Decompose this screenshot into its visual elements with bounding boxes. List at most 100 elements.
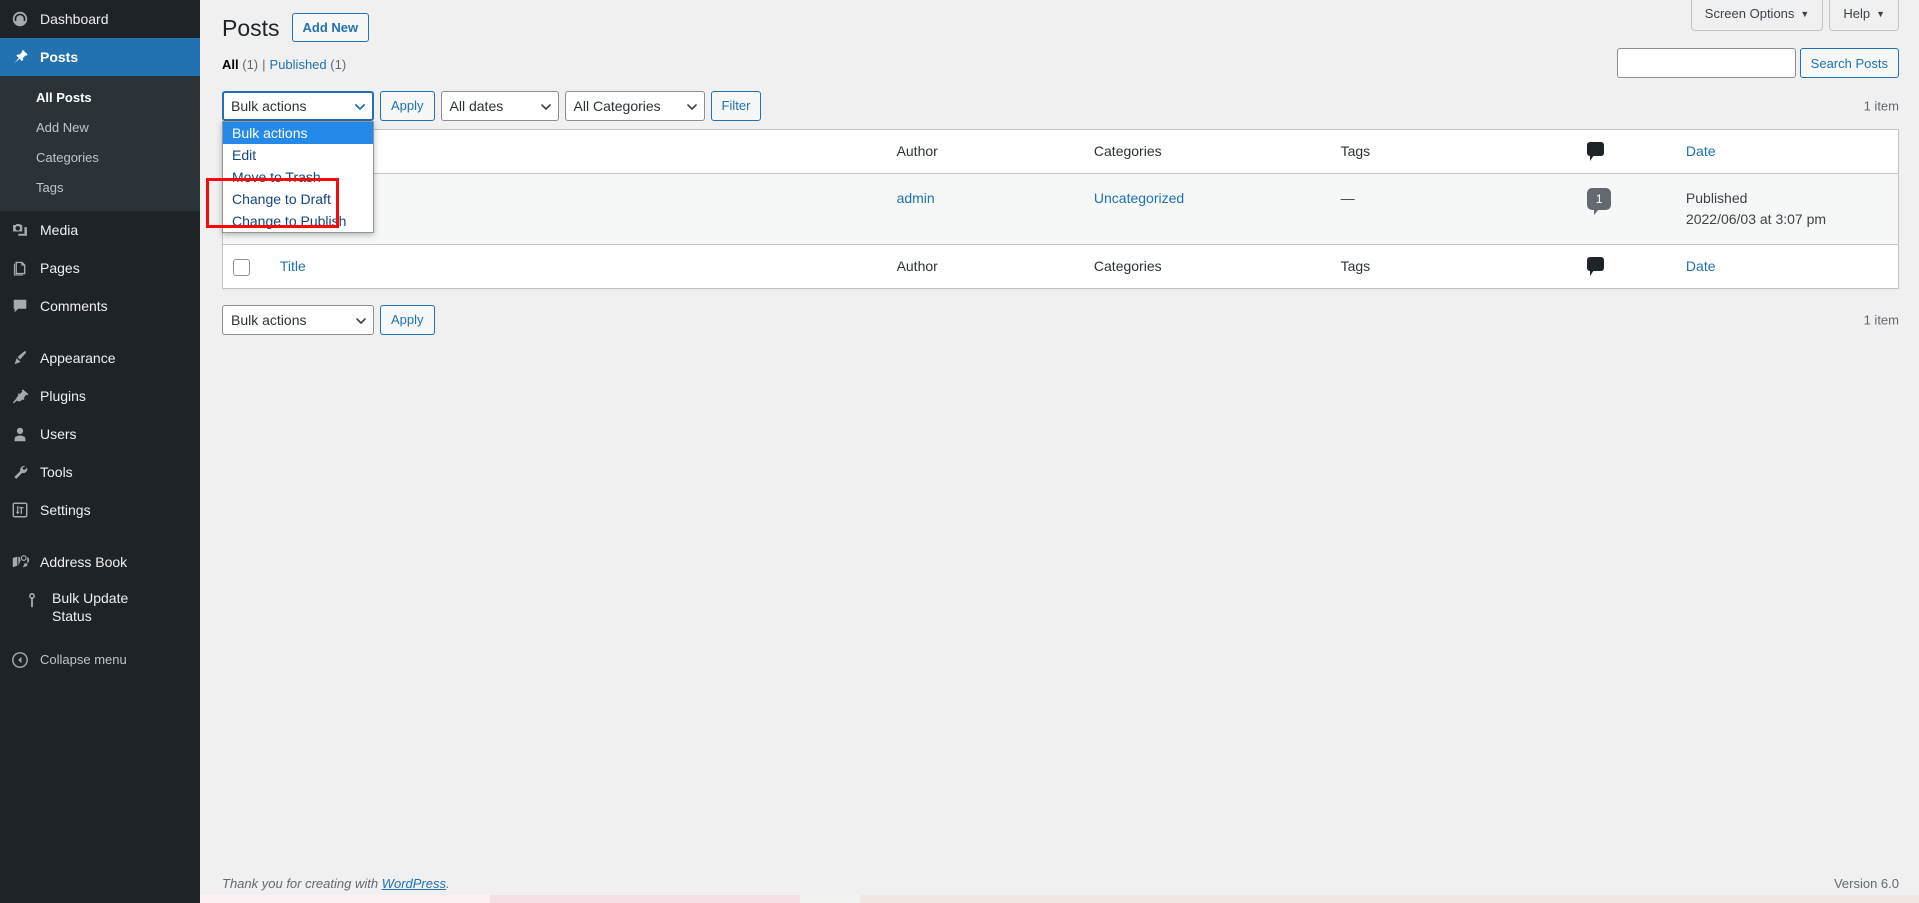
comment-bubble-icon [1587,142,1605,162]
date-filter-select[interactable]: All dates [440,91,559,121]
bulk-option-move-to-trash[interactable]: Move to Trash [223,166,373,188]
help-button[interactable]: Help ▼ [1829,0,1899,31]
column-footer-comments [1577,243,1676,288]
bulk-actions-selected-value-bottom: Bulk actions [231,311,307,328]
tablenav-top: Bulk actions Bulk actions Edit Move to T… [222,87,1899,233]
dashboard-icon [10,9,30,29]
sidebar-item-label: Tools [40,464,73,480]
column-footer-date-label[interactable]: Date [1686,258,1716,274]
sidebar-item-posts[interactable]: Posts [0,38,208,76]
views-divider: | [262,57,266,72]
wordpress-link[interactable]: WordPress [382,876,446,891]
view-all: All (1) [222,52,258,78]
page-title: Posts [222,15,280,42]
sidebar-item-appearance[interactable]: Appearance [0,339,200,377]
sidebar-item-comments[interactable]: Comments [0,287,200,325]
bulk-option-bulk-actions[interactable]: Bulk actions [223,122,373,144]
sidebar-item-all-posts[interactable]: All Posts [0,83,200,113]
footer-version: Version 6.0 [1833,876,1899,891]
apply-bulk-action-button-bottom[interactable]: Apply [380,304,435,335]
wrench-icon [10,462,30,482]
displaying-num-top: 1 item [1863,98,1899,114]
sidebar-item-address-book[interactable]: Address Book [0,543,200,581]
book-map-icon [10,552,30,572]
posts-page-wrap: Posts Add New All (1) | Published (1) Se… [200,0,1919,339]
chevron-down-icon: ▼ [1800,9,1810,19]
user-icon [10,424,30,444]
view-published: Published (1) [270,52,347,78]
bulk-option-change-to-publish[interactable]: Change to Publish [223,210,373,232]
search-input[interactable] [1616,48,1796,78]
table-body: admin Uncategorized — 1 Published 2022/0… [223,173,1898,244]
footer-thanks: Thank you for creating with WordPress. [222,876,450,891]
select-all-checkbox-bottom[interactable] [233,258,250,276]
bulk-actions-dropdown-list[interactable]: Bulk actions Edit Move to Trash Change t… [222,121,374,233]
strip-seg-5 [860,895,1919,903]
displaying-num-bottom: 1 item [1863,312,1899,328]
column-footer-title: Title [269,243,887,288]
sidebar-item-label: Bulk Update Status [52,590,129,624]
category-filter-select[interactable]: All Categories [564,91,705,121]
sidebar-item-label: Comments [40,298,108,314]
bulk-actions-select-top[interactable]: Bulk actions [222,91,374,121]
sidebar-item-label: Settings [40,502,91,518]
column-header-tags: Tags [1330,130,1578,174]
add-new-post-button[interactable]: Add New [291,12,370,43]
sidebar-item-categories[interactable]: Categories [0,143,200,173]
sidebar-item-add-new[interactable]: Add New [0,113,200,143]
sidebar-item-plugins[interactable]: Plugins [0,377,200,415]
sidebar-item-label: Address Book [40,554,128,570]
view-published-link[interactable]: Published [270,57,327,72]
column-header-date-label[interactable]: Date [1686,143,1716,159]
column-footer-author: Author [886,243,1084,288]
post-tags-value: — [1340,189,1355,206]
bulk-option-change-to-draft[interactable]: Change to Draft [223,188,373,210]
apply-bulk-action-button-top[interactable]: Apply [380,91,435,121]
sidebar-item-bulk-update-status[interactable]: Bulk Update Status [0,581,200,633]
sidebar-item-dashboard[interactable]: Dashboard [0,0,200,38]
sidebar-item-label: Media [40,222,79,238]
cell-date: Published 2022/06/03 at 3:07 pm [1676,174,1898,244]
posts-submenu: All Posts Add New Categories Tags [0,76,200,211]
column-footer-title-label[interactable]: Title [280,258,306,274]
sidebar-item-label: Appearance [40,350,116,366]
table-foot: Title Author Categories Tags Date [223,243,1898,288]
settings-sliders-icon [10,500,30,520]
comment-count-badge[interactable]: 1 [1587,187,1612,215]
select-all-footer [223,243,270,288]
screen-options-button[interactable]: Screen Options ▼ [1690,0,1824,31]
sidebar-item-settings[interactable]: Settings [0,491,200,529]
column-header-date: Date [1675,130,1898,174]
bulk-actions-group-top: Bulk actions Bulk actions Edit Move to T… [222,91,762,233]
sidebar-item-tags[interactable]: Tags [0,173,200,203]
sidebar-item-pages[interactable]: Pages [0,249,200,287]
wordpress-admin-screen: Dashboard Posts All Posts Add New Catego… [0,0,1919,903]
bulk-actions-select-bottom[interactable]: Bulk actions [222,304,374,335]
admin-main-content: Screen Options ▼ Help ▼ Posts Add New All … [200,0,1919,903]
strip-seg-4 [800,895,860,903]
view-published-count: (1) [330,57,347,72]
collapse-menu-button[interactable]: Collapse menu [0,641,200,679]
post-author-link[interactable]: admin [897,190,935,206]
table-row: admin Uncategorized — 1 Published 2022/0… [223,173,1898,244]
table-footer-row: Title Author Categories Tags Date [223,243,1898,288]
screen-meta-links: Screen Options ▼ Help ▼ [1685,0,1899,31]
sidebar-item-tools[interactable]: Tools [0,453,200,491]
post-date-value: 2022/06/03 at 3:07 pm [1685,210,1827,227]
sidebar-item-users[interactable]: Users [0,415,200,453]
view-all-count: (1) [242,57,259,72]
cell-tags: — [1331,174,1578,244]
view-all-link[interactable]: All [222,57,239,72]
post-status-label: Published [1685,189,1748,206]
post-category-link[interactable]: Uncategorized [1094,190,1184,206]
column-footer-categories: Categories [1083,243,1331,288]
bulk-option-edit[interactable]: Edit [223,144,373,166]
paintbrush-icon [10,348,30,368]
sidebar-item-label: Plugins [40,388,86,404]
footer-thanks-suffix: . [446,876,450,891]
menu-separator-3 [0,633,200,641]
search-posts-button[interactable]: Search Posts [1799,48,1899,78]
admin-sidebar: Dashboard Posts All Posts Add New Catego… [0,0,208,903]
filter-button[interactable]: Filter [710,91,762,121]
sidebar-item-media[interactable]: Media [0,211,200,249]
